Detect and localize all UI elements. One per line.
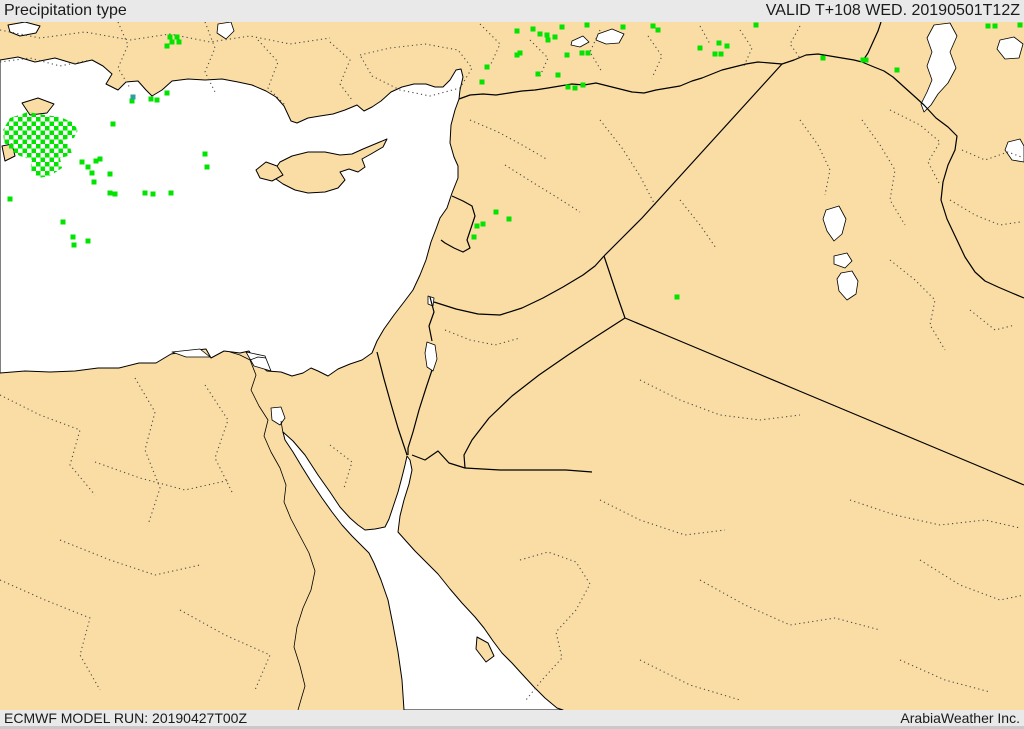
precip-dot-rain (584, 22, 590, 28)
precip-dot-rain (202, 151, 208, 157)
brand-label: ArabiaWeather Inc. (900, 710, 1020, 726)
precip-dot-rain (91, 179, 97, 185)
precip-dot-rain (71, 242, 77, 248)
precip-dot-rain (559, 24, 565, 30)
precip-dot-rain (70, 234, 76, 240)
precip-dot-rain (894, 67, 900, 73)
precip-dot-rain (174, 34, 180, 40)
precip-dot-rain (506, 216, 512, 222)
precip-dot-rain (107, 171, 113, 177)
precip-dot-rain (580, 82, 586, 88)
precip-dot-rain (164, 43, 170, 49)
precip-dot-rain (474, 223, 480, 229)
precip-dot-rain (697, 45, 703, 51)
precip-dot-rain (204, 164, 210, 170)
precip-dot-rain (176, 39, 182, 45)
precip-dot-rain (753, 22, 759, 28)
precip-dot-rain (555, 72, 561, 78)
precip-dot-rain (514, 28, 520, 34)
precip-dot-rain (471, 234, 477, 240)
precip-dot-rain (79, 159, 85, 165)
precip-dot-rain (7, 196, 13, 202)
precip-dot-rain (718, 51, 724, 57)
map-canvas (0, 22, 1024, 710)
precip-dot-rain (544, 32, 550, 38)
precip-dot-rain (142, 190, 148, 196)
footer-bar: ECMWF MODEL RUN: 20190427T00Z ArabiaWeat… (0, 710, 1024, 729)
precip-dot-rain (650, 23, 656, 29)
precip-dot-rain (992, 23, 998, 29)
precip-dot-rain (484, 64, 490, 70)
precip-dot-rain (552, 34, 558, 40)
precip-dot-mixed (130, 94, 136, 100)
precip-dot-rain (565, 84, 571, 90)
precip-dot-rain (85, 164, 91, 170)
precip-dot-rain (716, 40, 722, 46)
precip-dot-rain (585, 50, 591, 56)
precip-dot-rain (985, 23, 991, 29)
precip-dot-rain (148, 96, 154, 102)
precip-dot-rain (97, 156, 103, 162)
precip-dot-rain (655, 27, 661, 33)
precip-dot-rain (480, 221, 486, 227)
precip-dot-rain (493, 209, 499, 215)
precip-dot-rain (154, 97, 160, 103)
precip-dot-rain (479, 79, 485, 85)
precip-dot-rain (724, 43, 730, 49)
precip-dot-rain (1017, 22, 1023, 28)
precip-dot-rain (110, 121, 116, 127)
precip-dot-rain (572, 85, 578, 91)
precip-dot-rain (164, 90, 170, 96)
precip-dot-rain (564, 52, 570, 58)
precip-dot-rain (545, 37, 551, 43)
precip-dot-rain (535, 71, 541, 77)
precip-dot-rain (85, 238, 91, 244)
precip-dot-rain (167, 34, 173, 40)
precip-dot-rain (150, 191, 156, 197)
precip-dot-rain (169, 39, 175, 45)
precip-dot-rain (517, 50, 523, 56)
precip-dot-rain (107, 190, 113, 196)
precip-dot-rain (112, 191, 118, 197)
precip-dot-rain (168, 190, 174, 196)
precip-dot-rain (60, 219, 66, 225)
model-run-label: ECMWF MODEL RUN: 20190427T00Z (4, 710, 247, 726)
precip-dot-rain (579, 50, 585, 56)
precip-dot-rain (674, 294, 680, 300)
weather-map-viewer: Precipitation type VALID T+108 WED. 2019… (0, 0, 1024, 729)
precip-dot-rain (89, 170, 95, 176)
precip-dot-rain (530, 26, 536, 32)
precip-dot-rain (620, 24, 626, 30)
precip-dot-rain (820, 55, 826, 61)
precip-dot-rain (712, 51, 718, 57)
precip-dot-rain (863, 57, 869, 63)
precip-dot-rain (537, 31, 543, 37)
